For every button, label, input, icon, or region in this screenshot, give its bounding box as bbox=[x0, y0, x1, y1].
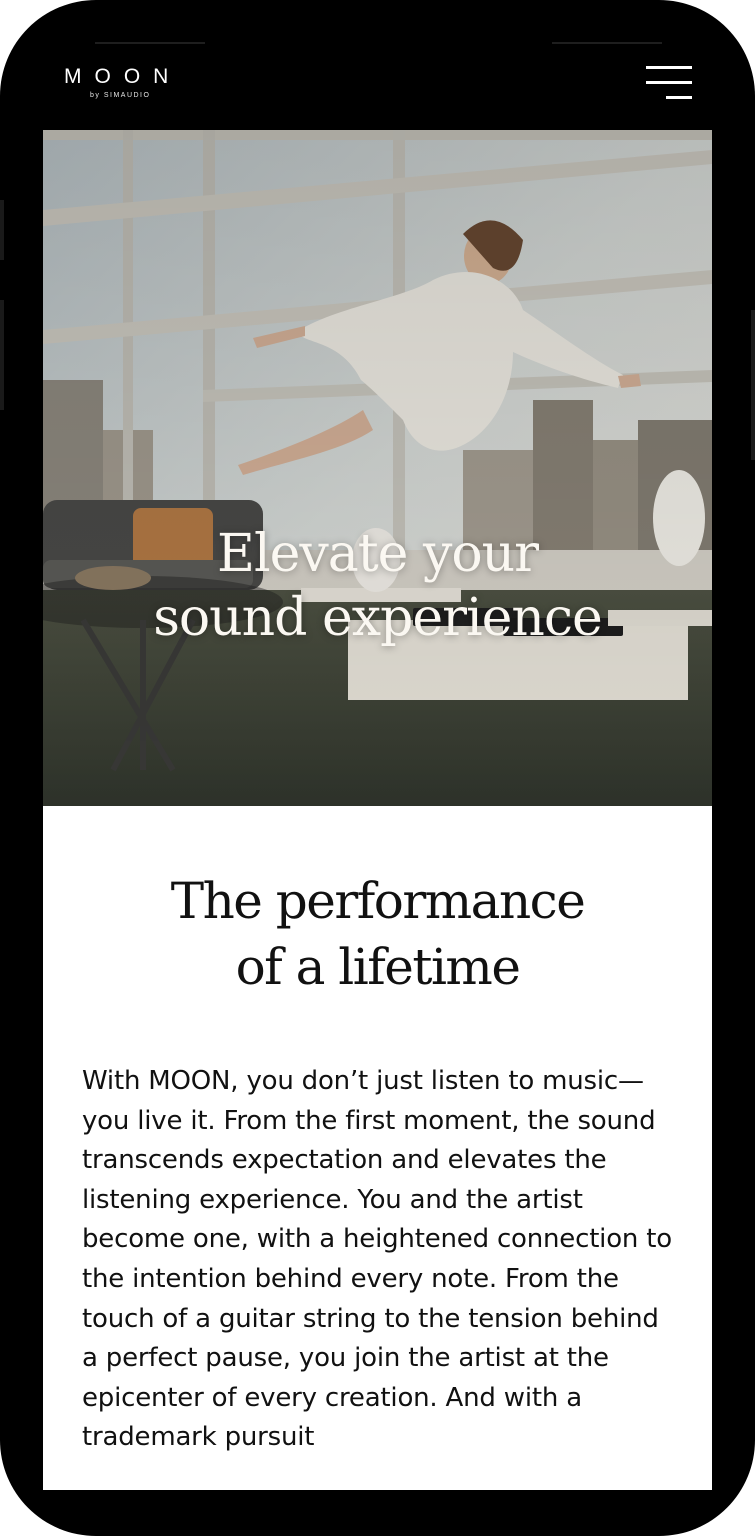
hamburger-menu-icon[interactable] bbox=[640, 66, 692, 104]
screen-edge bbox=[95, 42, 205, 44]
hero-title-line: Elevate your bbox=[217, 524, 539, 584]
hero-title: Elevate your sound experience bbox=[43, 522, 712, 650]
logo-subtitle: by SIMAUDIO bbox=[90, 92, 151, 99]
section-title-line: of a lifetime bbox=[235, 938, 521, 996]
section-title: The performance of a lifetime bbox=[43, 868, 712, 1000]
menu-line bbox=[666, 96, 692, 99]
hero-title-line: sound experience bbox=[153, 588, 603, 648]
menu-line bbox=[646, 81, 692, 84]
volume-button bbox=[0, 200, 4, 260]
power-button bbox=[751, 310, 755, 460]
section-title-line: The performance bbox=[170, 872, 586, 930]
hero-banner: Elevate your sound experience bbox=[43, 130, 712, 806]
content-section: The performance of a lifetime With MOON,… bbox=[43, 806, 712, 1490]
screen-edge bbox=[552, 42, 662, 44]
menu-line bbox=[646, 66, 692, 69]
phone-frame: MOON by SIMAUDIO Elevate your sound expe… bbox=[0, 0, 755, 1536]
volume-button bbox=[0, 300, 4, 410]
section-body-text: With MOON, you don’t just listen to musi… bbox=[82, 1066, 672, 1453]
hero-image bbox=[43, 130, 712, 806]
logo-wordmark: MOON bbox=[64, 65, 182, 88]
brand-logo[interactable]: MOON by SIMAUDIO bbox=[64, 65, 224, 100]
